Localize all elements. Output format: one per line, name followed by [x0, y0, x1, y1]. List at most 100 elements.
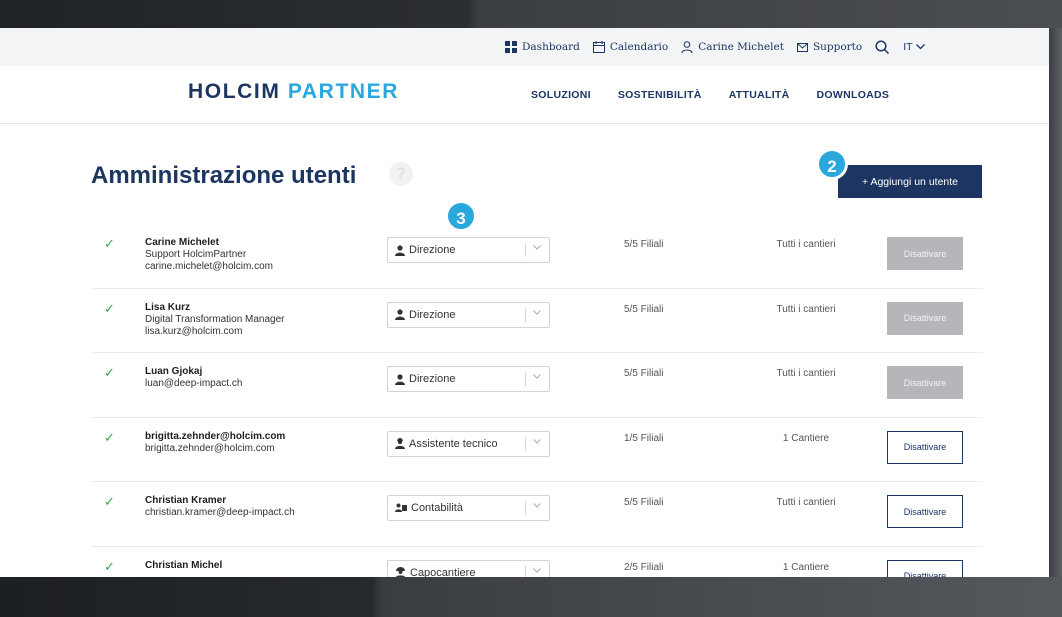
- logo-part-holcim: HOLCIM: [188, 80, 281, 103]
- user-email: carine.michelet@holcim.com: [145, 261, 273, 272]
- user-name: Luan Gjokaj: [145, 366, 203, 377]
- check-icon: ✓: [104, 365, 115, 380]
- chevron-down-icon: [915, 44, 925, 50]
- help-icon[interactable]: ?: [389, 162, 413, 186]
- cantieri-count: Tutti i cantieri: [776, 497, 836, 508]
- device-frame-top: [0, 0, 1062, 28]
- chevron-down-icon: [533, 309, 541, 315]
- technician-icon: [395, 438, 405, 449]
- support-link[interactable]: Supporto: [796, 41, 863, 53]
- role-select[interactable]: Direzione: [387, 237, 550, 263]
- check-icon: ✓: [104, 558, 115, 574]
- person-icon: [395, 309, 405, 320]
- user-icon: [681, 41, 693, 53]
- support-label: Supporto: [812, 41, 863, 53]
- nav-item-soluzioni[interactable]: SOLUZIONI: [531, 89, 591, 101]
- chevron-down-icon: [533, 374, 541, 379]
- person-icon: [395, 244, 405, 256]
- filiali-count: 1/5 Filiali: [624, 432, 664, 444]
- user-email: luan@deep-impact.ch: [145, 378, 243, 389]
- logo-part-partner: PARTNER: [287, 80, 400, 103]
- cantieri-count: 1 Cantiere: [782, 432, 830, 444]
- deactivate-button[interactable]: Disattivare: [887, 495, 963, 528]
- table-row: ✓ Carine Michelet Support HolcimPartner …: [91, 224, 983, 289]
- deactivate-button[interactable]: Disattivare: [887, 301, 963, 335]
- chevron-down-icon: [533, 567, 541, 573]
- select-divider: [525, 436, 526, 451]
- deactivate-button[interactable]: Disattivare: [887, 366, 963, 399]
- user-name: Christian Michel: [145, 559, 223, 571]
- user-name-label: Carine Michelet: [698, 41, 784, 53]
- table-row: ✓ Lisa Kurz Digital Transformation Manag…: [91, 289, 983, 353]
- select-divider: [525, 372, 526, 386]
- user-name: Christian Kramer: [145, 495, 227, 506]
- main-navbar: HOLCIM PARTNER SOLUZIONI SOSTENIBILITÀ A…: [0, 66, 1049, 124]
- table-row: ✓ brigitta.zehnder@holcim.com brigitta.z…: [91, 418, 983, 482]
- step-badge-3: 3: [445, 200, 477, 232]
- role-select[interactable]: Assistente tecnico: [387, 430, 550, 457]
- search-icon[interactable]: [875, 40, 890, 54]
- utility-bar: Dashboard Calendario Carine Michelet Sup…: [0, 28, 1049, 66]
- role-value: Direzione: [409, 244, 456, 256]
- check-icon: ✓: [104, 236, 115, 251]
- nav-links: SOLUZIONI SOSTENIBILITÀ ATTUALITÀ DOWNLO…: [531, 89, 916, 101]
- select-divider: [525, 501, 526, 515]
- role-select[interactable]: Direzione: [387, 301, 550, 328]
- add-user-button[interactable]: + Aggiungi un utente: [838, 165, 982, 198]
- filiali-count: 2/5 Filiali: [624, 561, 664, 573]
- user-detail: Digital Transformation Manager: [145, 313, 285, 325]
- user-email: christian.kramer@deep-impact.ch: [145, 507, 295, 518]
- role-select[interactable]: Capocantiere: [387, 559, 550, 578]
- role-select[interactable]: Direzione: [387, 366, 550, 392]
- chevron-down-icon: [533, 438, 541, 444]
- deactivate-button[interactable]: Disattivare: [887, 237, 963, 270]
- device-frame-right: [1049, 28, 1062, 577]
- role-value: Direzione: [409, 373, 456, 385]
- filiali-count: 5/5 Filiali: [624, 239, 664, 250]
- calendar-icon: [592, 41, 605, 53]
- user-info: Luan Gjokaj luan@deep-impact.ch: [145, 366, 242, 390]
- user-profile-link[interactable]: Carine Michelet: [681, 41, 784, 53]
- grid-icon: [505, 41, 517, 53]
- deactivate-button[interactable]: Disattivare: [887, 559, 963, 577]
- user-name: Lisa Kurz: [145, 301, 191, 313]
- foreman-icon: [395, 567, 406, 577]
- nav-item-sostenibilita[interactable]: SOSTENIBILITÀ: [618, 89, 702, 101]
- holcim-partner-logo[interactable]: HOLCIM PARTNER: [188, 80, 399, 104]
- user-name: Carine Michelet: [145, 237, 219, 248]
- role-value: Capocantiere: [410, 566, 476, 578]
- check-icon: ✓: [104, 494, 115, 509]
- check-icon: ✓: [104, 429, 115, 445]
- select-divider: [525, 565, 526, 577]
- person-icon: [395, 373, 405, 385]
- table-row: ✓ Christian Michel Capocantiere 2/5 Fili…: [91, 547, 983, 578]
- browser-screen: Dashboard Calendario Carine Michelet Sup…: [0, 28, 1049, 577]
- language-label: IT: [903, 41, 913, 53]
- cantieri-count: Tutti i cantieri: [776, 368, 836, 379]
- cantieri-count: Tutti i cantieri: [776, 239, 836, 250]
- mail-icon: [796, 42, 808, 52]
- nav-item-attualita[interactable]: ATTUALITÀ: [729, 89, 790, 101]
- user-detail: Support HolcimPartner: [145, 249, 247, 260]
- dashboard-label: Dashboard: [522, 41, 580, 53]
- user-info: brigitta.zehnder@holcim.com brigitta.zeh…: [145, 431, 285, 455]
- user-email: lisa.kurz@holcim.com: [145, 325, 243, 337]
- deactivate-button[interactable]: Disattivare: [887, 430, 963, 464]
- language-selector[interactable]: IT: [903, 41, 925, 53]
- table-row: ✓ Christian Kramer christian.kramer@deep…: [91, 482, 983, 547]
- filiali-count: 5/5 Filiali: [624, 303, 664, 315]
- nav-item-downloads[interactable]: DOWNLOADS: [817, 89, 890, 101]
- user-info: Lisa Kurz Digital Transformation Manager…: [145, 302, 285, 338]
- filiali-count: 5/5 Filiali: [624, 368, 664, 379]
- role-value: Contabilità: [411, 502, 463, 514]
- user-name: brigitta.zehnder@holcim.com: [145, 430, 286, 442]
- role-value: Assistente tecnico: [409, 437, 498, 450]
- step-badge-2: 2: [816, 148, 848, 180]
- role-select[interactable]: Contabilità: [387, 495, 550, 521]
- calendar-label: Calendario: [609, 41, 669, 53]
- dashboard-link[interactable]: Dashboard: [505, 41, 580, 53]
- select-divider: [525, 307, 526, 322]
- select-divider: [525, 243, 526, 257]
- calendar-link[interactable]: Calendario: [592, 41, 669, 53]
- check-icon: ✓: [104, 300, 115, 316]
